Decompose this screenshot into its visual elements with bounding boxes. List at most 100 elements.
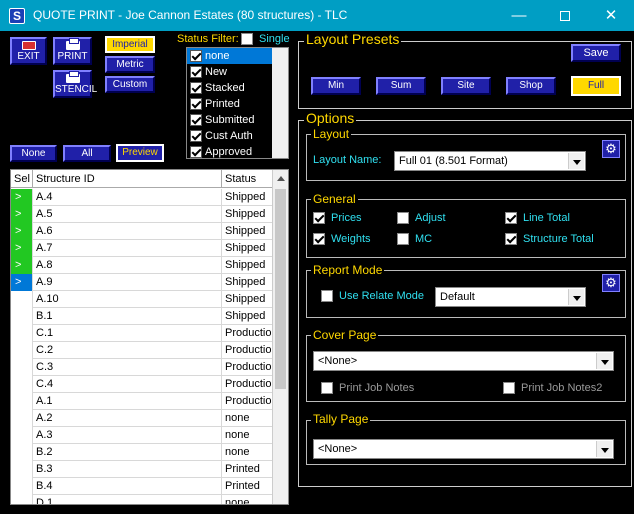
grid-scroll-thumb[interactable] [275, 189, 286, 389]
preset-full-button[interactable]: Full [570, 75, 622, 97]
prices-checkbox[interactable] [313, 212, 325, 224]
structure-total-checkbox[interactable] [505, 233, 517, 245]
status-filter-list[interactable]: none New Stacked Printed Submitted Cust Auth A… [186, 47, 289, 159]
row-select-cell[interactable] [11, 478, 33, 495]
status-filter-item[interactable]: Approved [187, 144, 273, 158]
row-select-cell[interactable] [11, 393, 33, 410]
row-select-cell[interactable]: > [11, 257, 33, 274]
layout-name-select[interactable]: Full 01 (8.501 Format) [394, 151, 586, 171]
status-filter-item-label: none [205, 50, 230, 62]
weights-checkbox[interactable] [313, 233, 325, 245]
table-row[interactable]: A.2 none [11, 410, 274, 427]
table-row[interactable]: C.3 Production [11, 359, 274, 376]
status-cell: Shipped [225, 242, 266, 254]
stencil-button[interactable]: STENCIL [53, 70, 97, 98]
status-filter-scrollbar[interactable] [272, 48, 288, 158]
status-filter-item[interactable]: Cust Auth [187, 128, 273, 144]
use-relate-mode-checkbox[interactable] [321, 290, 333, 302]
table-row[interactable]: D.1 none [11, 495, 274, 504]
row-select-cell[interactable] [11, 444, 33, 461]
row-select-cell[interactable]: > [11, 274, 33, 291]
select-none-button[interactable]: None [10, 145, 57, 162]
structure-grid[interactable]: Sel Structure ID Status > A.4 Shipped > A.5 S… [10, 169, 289, 505]
row-select-cell[interactable]: > [11, 240, 33, 257]
custom-button[interactable]: Custom [105, 76, 155, 93]
row-select-cell[interactable]: > [11, 189, 33, 206]
row-select-cell[interactable]: > [11, 223, 33, 240]
status-filter-item[interactable]: Submitted [187, 112, 273, 128]
table-row[interactable]: B.1 Shipped [11, 308, 274, 325]
table-row[interactable]: > A.5 Shipped [11, 206, 274, 223]
table-row[interactable]: B.3 Printed [11, 461, 274, 478]
print-job-notes-checkbox[interactable] [321, 382, 333, 394]
checkbox-checked-icon[interactable] [190, 146, 202, 158]
grid-col-status[interactable]: Status [222, 170, 274, 188]
grid-scrollbar[interactable] [272, 170, 288, 504]
row-select-cell[interactable] [11, 359, 33, 376]
save-preset-button[interactable]: Save [571, 44, 621, 62]
table-row[interactable]: > A.8 Shipped [11, 257, 274, 274]
layout-settings-gear-icon[interactable]: ⚙ [602, 140, 620, 158]
checkbox-checked-icon[interactable] [190, 98, 202, 110]
mc-label: MC [415, 233, 433, 245]
grid-col-structure-id[interactable]: Structure ID [33, 170, 222, 188]
checkbox-checked-icon[interactable] [190, 130, 202, 142]
status-filter-item[interactable]: New [187, 64, 273, 80]
print-job-notes2-checkbox[interactable] [503, 382, 515, 394]
table-row[interactable]: B.4 Printed [11, 478, 274, 495]
status-filter-item[interactable]: Printed [187, 96, 273, 112]
status-cell: Shipped [225, 310, 266, 322]
status-filter-item[interactable]: none [187, 48, 273, 64]
preset-shop-button[interactable]: Shop [506, 77, 556, 95]
table-row[interactable]: > A.4 Shipped [11, 189, 274, 206]
preset-site-button[interactable]: Site [441, 77, 491, 95]
table-row[interactable]: > A.9 Shipped [11, 274, 274, 291]
checkbox-checked-icon[interactable] [190, 50, 202, 62]
preset-min-button[interactable]: Min [311, 77, 361, 95]
table-row[interactable]: A.3 none [11, 427, 274, 444]
row-select-cell[interactable] [11, 308, 33, 325]
status-filter-item[interactable]: Stacked [187, 80, 273, 96]
row-select-cell[interactable] [11, 461, 33, 478]
print-button[interactable]: PRINT [53, 37, 92, 65]
exit-button[interactable]: EXIT [10, 37, 47, 65]
minimize-button[interactable]: — [496, 0, 542, 31]
report-mode-settings-gear-icon[interactable]: ⚙ [602, 274, 620, 292]
table-row[interactable]: C.1 Production [11, 325, 274, 342]
single-checkbox[interactable] [241, 33, 253, 45]
close-button[interactable]: ✕ [588, 0, 634, 31]
table-row[interactable]: > A.6 Shipped [11, 223, 274, 240]
table-row[interactable]: > A.7 Shipped [11, 240, 274, 257]
tally-page-select[interactable]: <None> [313, 439, 614, 459]
mc-checkbox[interactable] [397, 233, 409, 245]
select-all-button[interactable]: All [63, 145, 111, 162]
report-mode-select[interactable]: Default [435, 287, 586, 307]
table-row[interactable]: A.10 Shipped [11, 291, 274, 308]
metric-button[interactable]: Metric [105, 56, 155, 73]
line-total-checkbox[interactable] [505, 212, 517, 224]
adjust-checkbox[interactable] [397, 212, 409, 224]
checkbox-checked-icon[interactable] [190, 66, 202, 78]
table-row[interactable]: C.2 Production [11, 342, 274, 359]
maximize-button[interactable] [542, 0, 588, 31]
row-select-cell[interactable] [11, 427, 33, 444]
grid-col-sel[interactable]: Sel [11, 170, 33, 188]
checkbox-checked-icon[interactable] [190, 82, 202, 94]
row-select-cell[interactable] [11, 410, 33, 427]
preset-sum-button[interactable]: Sum [376, 77, 426, 95]
scroll-up-icon[interactable] [273, 170, 288, 187]
cover-page-select[interactable]: <None> [313, 351, 614, 371]
row-select-cell[interactable] [11, 376, 33, 393]
table-row[interactable]: B.2 none [11, 444, 274, 461]
row-select-cell[interactable] [11, 291, 33, 308]
row-select-cell[interactable]: > [11, 206, 33, 223]
preview-button[interactable]: Preview [115, 143, 165, 163]
checkbox-checked-icon[interactable] [190, 114, 202, 126]
table-row[interactable]: A.1 Production [11, 393, 274, 410]
row-select-cell[interactable] [11, 495, 33, 504]
table-row[interactable]: C.4 Production [11, 376, 274, 393]
row-select-cell[interactable] [11, 325, 33, 342]
row-select-cell[interactable] [11, 342, 33, 359]
chevron-down-icon [596, 353, 612, 369]
imperial-button[interactable]: Imperial [104, 35, 156, 54]
